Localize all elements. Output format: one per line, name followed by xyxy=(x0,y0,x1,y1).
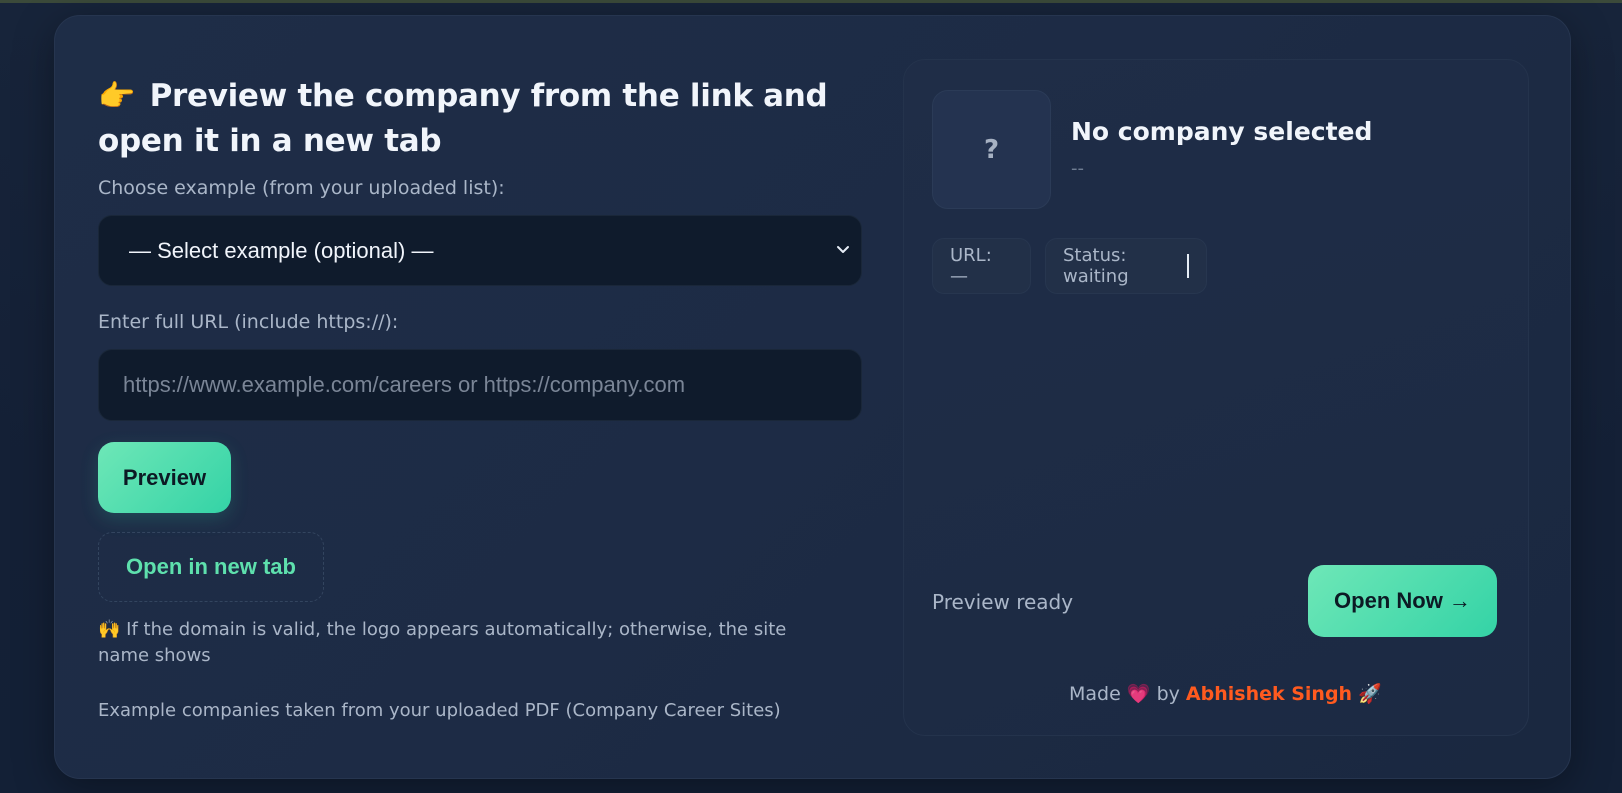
url-input[interactable]: https://www.example.com/careers or https… xyxy=(98,349,862,421)
raised-hands-icon: 🙌 xyxy=(98,619,121,640)
heart-icon: 💗 xyxy=(1126,683,1151,705)
preview-button[interactable]: Preview xyxy=(98,442,231,513)
text-caret xyxy=(1187,254,1189,278)
by-text: by xyxy=(1156,683,1180,705)
made-by-credit: Made 💗 by Abhishek Singh 🚀 xyxy=(1069,682,1382,705)
source-footnote: Example companies taken from your upload… xyxy=(98,700,781,721)
company-name: No company selected xyxy=(1071,117,1373,146)
rocket-icon: 🚀 xyxy=(1358,683,1382,705)
select-example-label: Choose example (from your uploaded list)… xyxy=(98,177,505,199)
author-name: Abhishek Singh xyxy=(1185,683,1353,705)
made-text: Made xyxy=(1069,683,1121,705)
open-now-button[interactable]: Open Now → xyxy=(1308,565,1497,637)
domain-note-text: If the domain is valid, the logo appears… xyxy=(98,619,787,666)
open-new-tab-button[interactable]: Open in new tab xyxy=(98,532,324,602)
chevron-down-icon xyxy=(831,238,855,262)
page-title-text: Preview the company from the link and op… xyxy=(98,78,828,159)
page-title: 👉 Preview the company from the link and … xyxy=(98,74,862,164)
company-subtitle: -- xyxy=(1071,158,1084,179)
url-label: Enter full URL (include https://): xyxy=(98,311,399,333)
example-select[interactable]: — Select example (optional) — xyxy=(98,215,862,286)
preview-ready-text: Preview ready xyxy=(932,590,1074,614)
example-select-value: — Select example (optional) — xyxy=(129,237,434,263)
company-logo-placeholder: ? xyxy=(932,90,1051,209)
pointing-hand-icon: 👉 xyxy=(98,79,136,114)
url-chip: URL: — xyxy=(932,238,1031,294)
url-input-placeholder: https://www.example.com/careers or https… xyxy=(123,372,686,397)
status-chip-text: Status: waiting xyxy=(1063,245,1129,287)
page-heading-block: 👉 Preview the company from the link and … xyxy=(98,74,862,164)
domain-note: 🙌 If the domain is valid, the logo appea… xyxy=(98,617,838,669)
status-chip: Status: waiting xyxy=(1045,238,1207,294)
